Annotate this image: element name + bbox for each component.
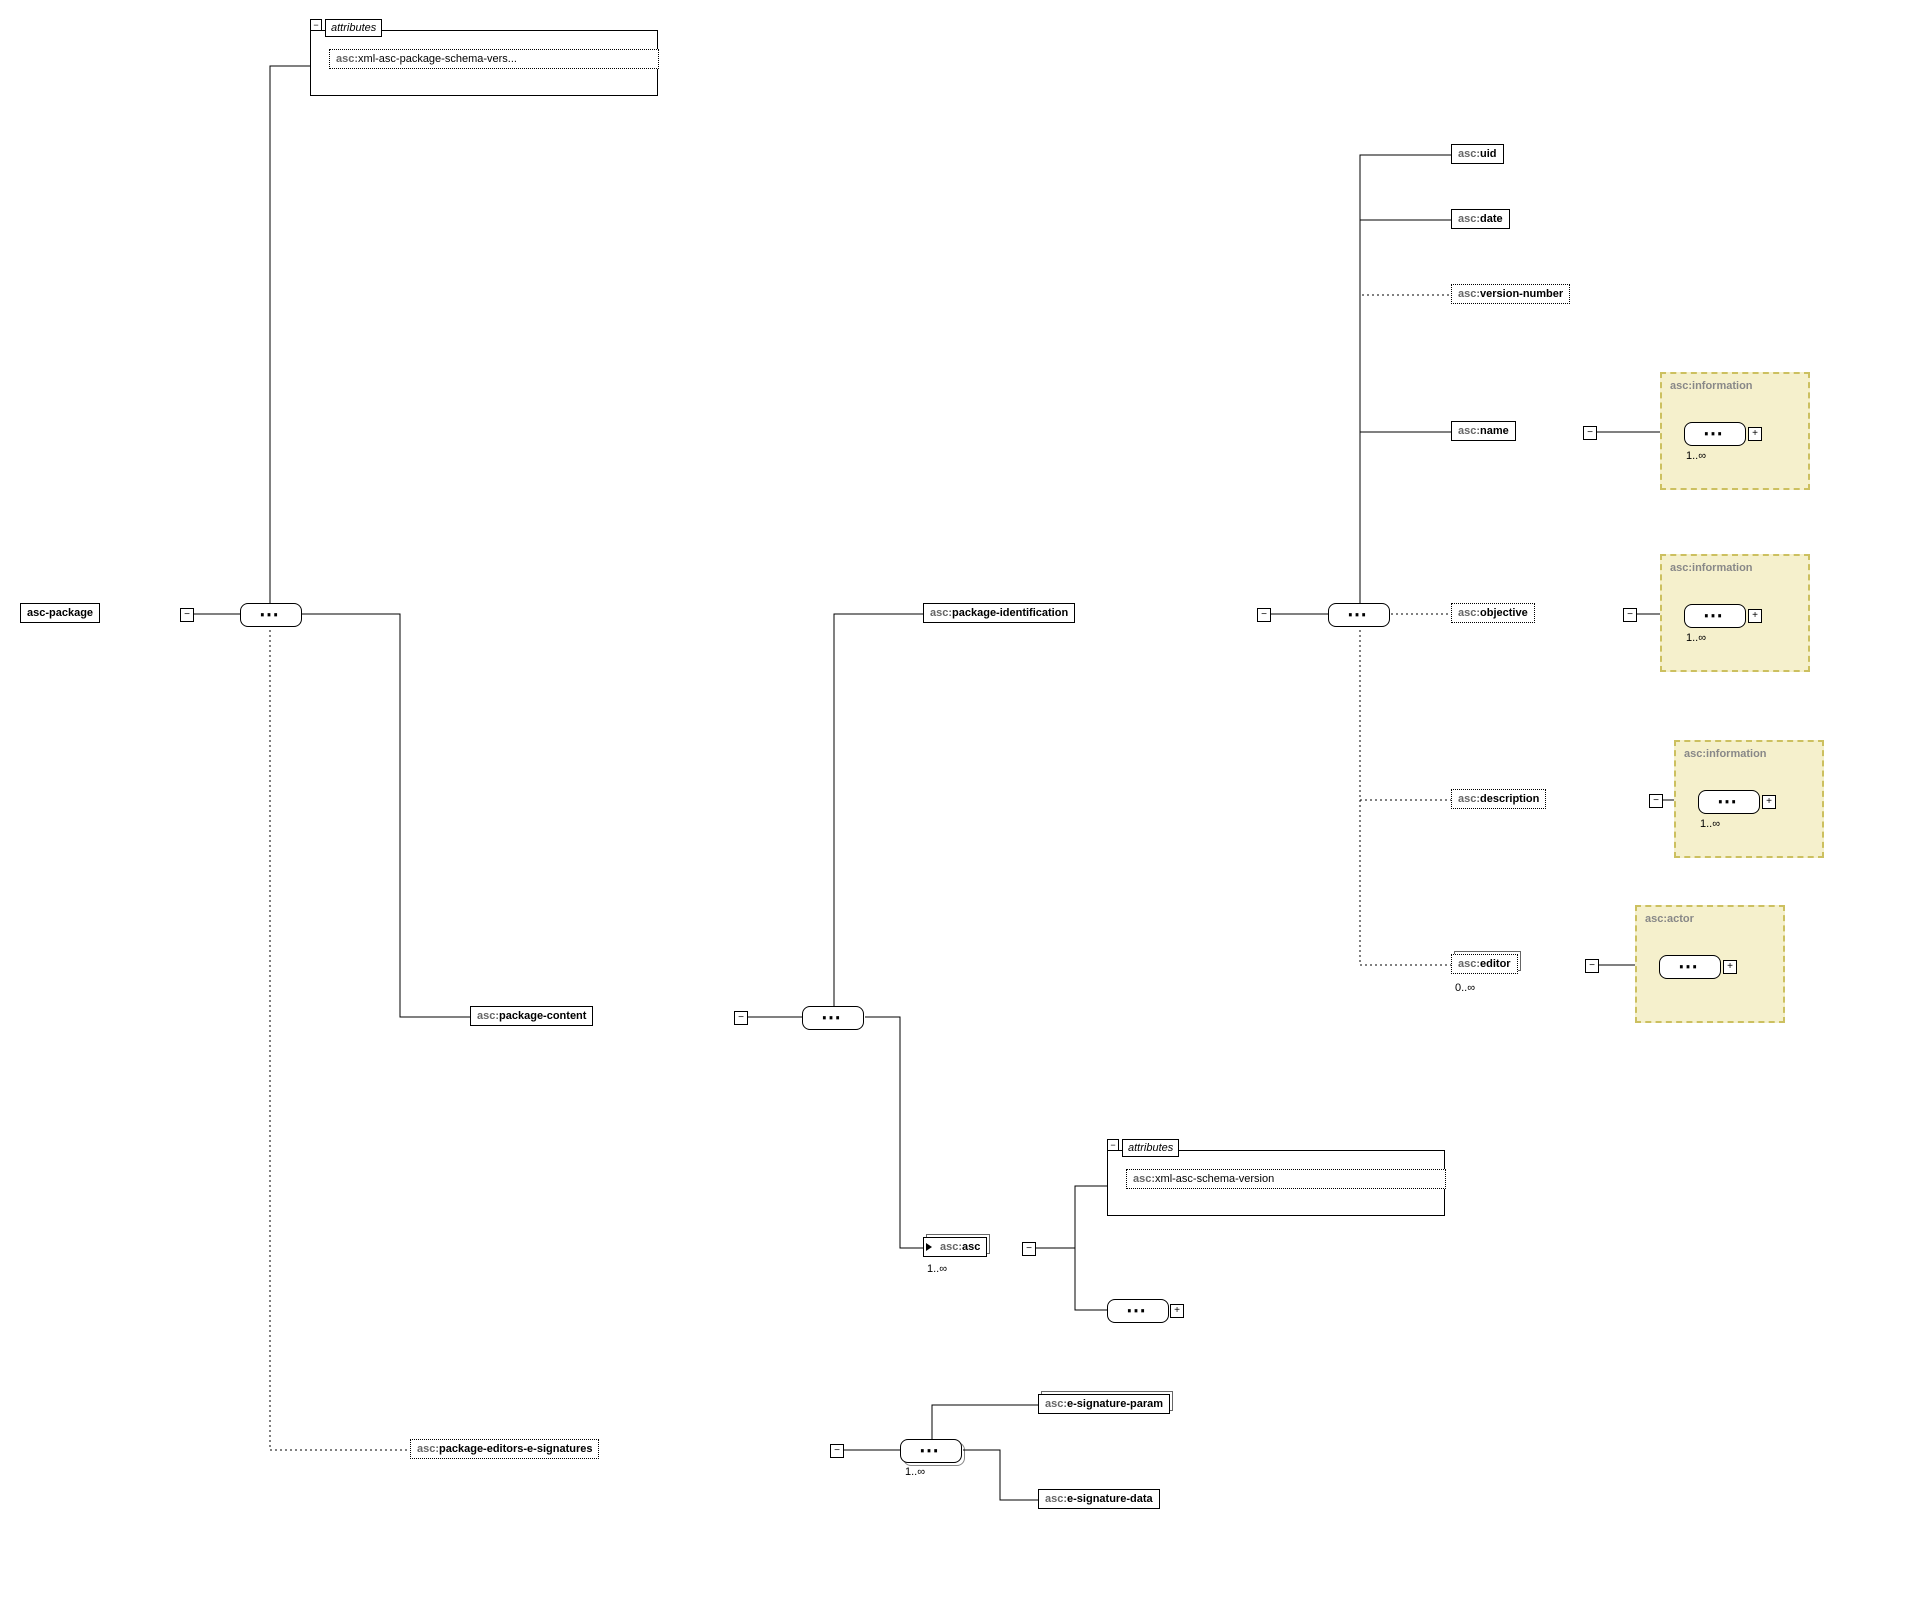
sequence-asc-asc-child: [1107, 1299, 1169, 1323]
attributes-label-2: attributes: [1122, 1139, 1179, 1157]
card-objective: 1..∞: [1686, 632, 1706, 644]
expand-editor-type[interactable]: [1723, 960, 1737, 974]
seq-objective-type: [1684, 604, 1746, 628]
node-objective[interactable]: asc:objective: [1451, 603, 1535, 623]
node-version-number[interactable]: asc:version-number: [1451, 284, 1570, 304]
node-editors-e-signatures[interactable]: asc:package-editors-e-signatures: [410, 1439, 599, 1459]
sequence-package-content: [802, 1006, 864, 1030]
attributes-box-1: attributes asc:xml-asc-package-schema-ve…: [310, 30, 658, 96]
node-asc-asc[interactable]: asc:asc: [923, 1237, 987, 1257]
attr-toggle-1[interactable]: [310, 19, 322, 31]
attr-item-1: asc:xml-asc-package-schema-vers...: [329, 49, 659, 69]
expand-editors-e-signatures[interactable]: [830, 1444, 844, 1458]
arrow-icon: [926, 1243, 932, 1251]
node-e-signature-data[interactable]: asc:e-signature-data: [1038, 1489, 1160, 1509]
card-esig-seq: 1..∞: [905, 1466, 925, 1478]
node-package-content[interactable]: asc:package-content: [470, 1006, 593, 1026]
node-date[interactable]: asc:date: [1451, 209, 1510, 229]
connectors: [0, 0, 1921, 1618]
expand-description-type[interactable]: [1762, 795, 1776, 809]
expand-asc-child-seq[interactable]: [1170, 1304, 1184, 1318]
seq-editor-type: [1659, 955, 1721, 979]
expand-objective-type[interactable]: [1748, 609, 1762, 623]
expand-editor[interactable]: [1585, 959, 1599, 973]
attributes-box-2: attributes asc:xml-asc-schema-version: [1107, 1150, 1445, 1216]
card-name: 1..∞: [1686, 450, 1706, 462]
card-description: 1..∞: [1700, 818, 1720, 830]
expand-name[interactable]: [1583, 426, 1597, 440]
type-actor-editor: asc:actor: [1635, 905, 1785, 1023]
node-name[interactable]: asc:name: [1451, 421, 1516, 441]
attributes-label-1: attributes: [325, 19, 382, 37]
node-asc-package[interactable]: asc-package: [20, 603, 100, 623]
expand-name-type[interactable]: [1748, 427, 1762, 441]
type-information-name: asc:information 1..∞: [1660, 372, 1810, 490]
node-editor[interactable]: asc:editor: [1451, 954, 1518, 974]
root-label: asc-package: [27, 607, 93, 619]
expand-objective[interactable]: [1623, 608, 1637, 622]
attr-item-2: asc:xml-asc-schema-version: [1126, 1169, 1446, 1189]
type-information-description: asc:information 1..∞: [1674, 740, 1824, 858]
card-asc-asc: 1..∞: [927, 1263, 947, 1275]
node-uid[interactable]: asc:uid: [1451, 144, 1504, 164]
sequence-editors-e-signatures: [900, 1439, 962, 1463]
sequence-package-identification: [1328, 603, 1390, 627]
node-e-signature-param[interactable]: asc:e-signature-param: [1038, 1394, 1170, 1414]
attr-toggle-2[interactable]: [1107, 1139, 1119, 1151]
expand-package-content[interactable]: [734, 1011, 748, 1025]
expand-package-identification[interactable]: [1257, 608, 1271, 622]
node-description[interactable]: asc:description: [1451, 789, 1546, 809]
expand-root[interactable]: [180, 608, 194, 622]
expand-description[interactable]: [1649, 794, 1663, 808]
card-editor: 0..∞: [1455, 982, 1475, 994]
expand-asc-asc[interactable]: [1022, 1242, 1036, 1256]
seq-name-type: [1684, 422, 1746, 446]
node-package-identification[interactable]: asc:package-identification: [923, 603, 1075, 623]
sequence-root: [240, 603, 302, 627]
type-information-objective: asc:information 1..∞: [1660, 554, 1810, 672]
seq-description-type: [1698, 790, 1760, 814]
